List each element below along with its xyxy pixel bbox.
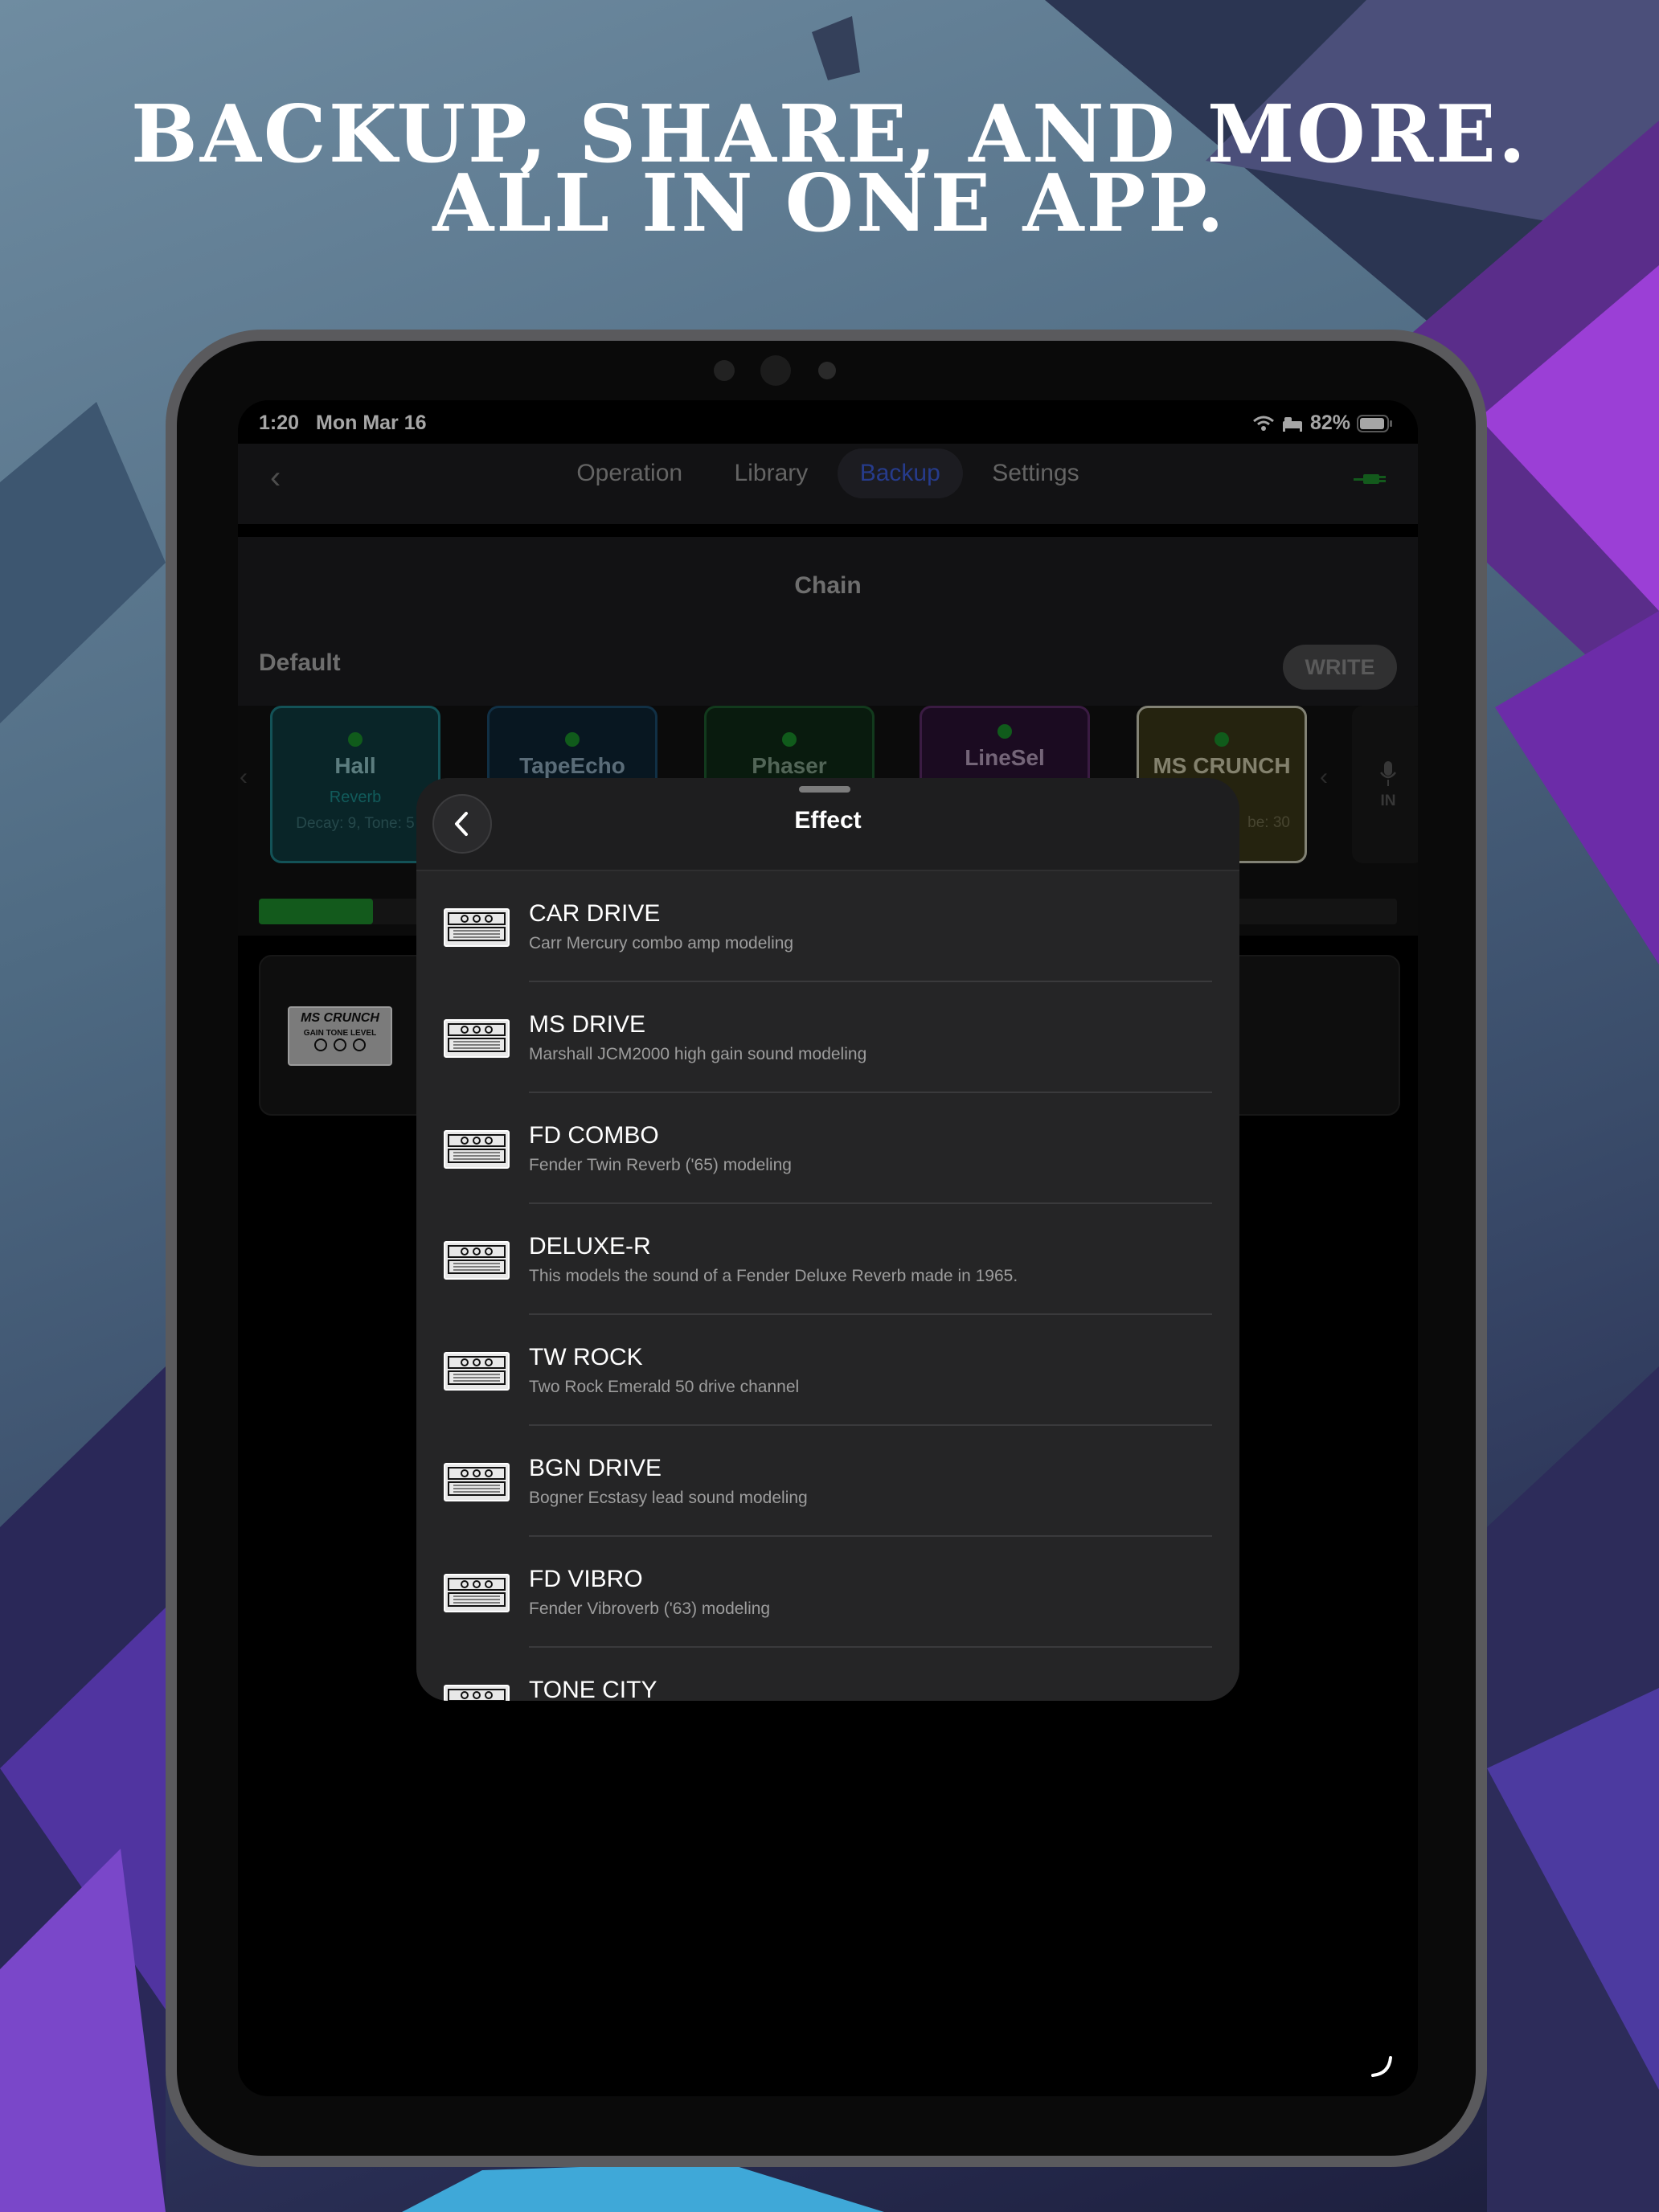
effect-description: Two Rock Emerald 50 drive channel [529, 1378, 800, 1396]
effect-description: Marshall JCM2000 high gain sound modelin… [529, 1045, 867, 1063]
effect-description: Fender Twin Reverb ('65) modeling [529, 1156, 792, 1174]
list-item[interactable]: DELUXE-R This models the sound of a Fend… [416, 1204, 1239, 1315]
list-item[interactable]: CAR DRIVE Carr Mercury combo amp modelin… [416, 871, 1239, 982]
effect-name: FD COMBO [529, 1122, 659, 1149]
list-item[interactable]: FD VIBRO Fender Vibroverb ('63) modeling [416, 1537, 1239, 1648]
drag-handle[interactable] [799, 786, 850, 793]
sheet-title: Effect [794, 807, 862, 834]
amp-pedal-icon [444, 1685, 510, 1701]
effect-name: TONE CITY [529, 1677, 657, 1701]
effect-picker-sheet: Effect CAR DRIVE Carr Mercury combo amp … [416, 778, 1239, 1701]
effect-name: TW ROCK [529, 1344, 643, 1370]
effect-description: Carr Mercury combo amp modeling [529, 934, 794, 952]
camera-sensor [818, 362, 836, 379]
amp-pedal-icon [444, 908, 510, 947]
amp-pedal-icon [444, 1241, 510, 1280]
amp-pedal-icon [444, 1574, 510, 1612]
list-item[interactable]: BGN DRIVE Bogner Ecstasy lead sound mode… [416, 1426, 1239, 1537]
list-item[interactable]: TONE CITY [416, 1648, 1239, 1701]
effect-list: CAR DRIVE Carr Mercury combo amp modelin… [416, 871, 1239, 1701]
effect-name: FD VIBRO [529, 1566, 643, 1592]
effect-description: This models the sound of a Fender Deluxe… [529, 1267, 1018, 1285]
amp-pedal-icon [444, 1019, 510, 1058]
camera-dot [714, 360, 735, 381]
list-item[interactable]: TW ROCK Two Rock Emerald 50 drive channe… [416, 1315, 1239, 1426]
sheet-header: Effect [416, 778, 1239, 871]
effect-description: Bogner Ecstasy lead sound modeling [529, 1489, 808, 1507]
list-item[interactable]: FD COMBO Fender Twin Reverb ('65) modeli… [416, 1093, 1239, 1204]
effect-name: CAR DRIVE [529, 900, 661, 927]
amp-pedal-icon [444, 1352, 510, 1391]
effect-name: MS DRIVE [529, 1011, 646, 1038]
list-item[interactable]: MS DRIVE Marshall JCM2000 high gain soun… [416, 982, 1239, 1093]
effect-name: DELUXE-R [529, 1233, 651, 1260]
amp-pedal-icon [444, 1463, 510, 1501]
resize-handle-icon[interactable] [1370, 2054, 1394, 2079]
amp-pedal-icon [444, 1130, 510, 1169]
effect-description: Fender Vibroverb ('63) modeling [529, 1600, 771, 1618]
camera-lens [760, 355, 791, 386]
effect-name: BGN DRIVE [529, 1455, 662, 1481]
headline-line-2: ALL IN ONE APP. [432, 158, 1227, 250]
